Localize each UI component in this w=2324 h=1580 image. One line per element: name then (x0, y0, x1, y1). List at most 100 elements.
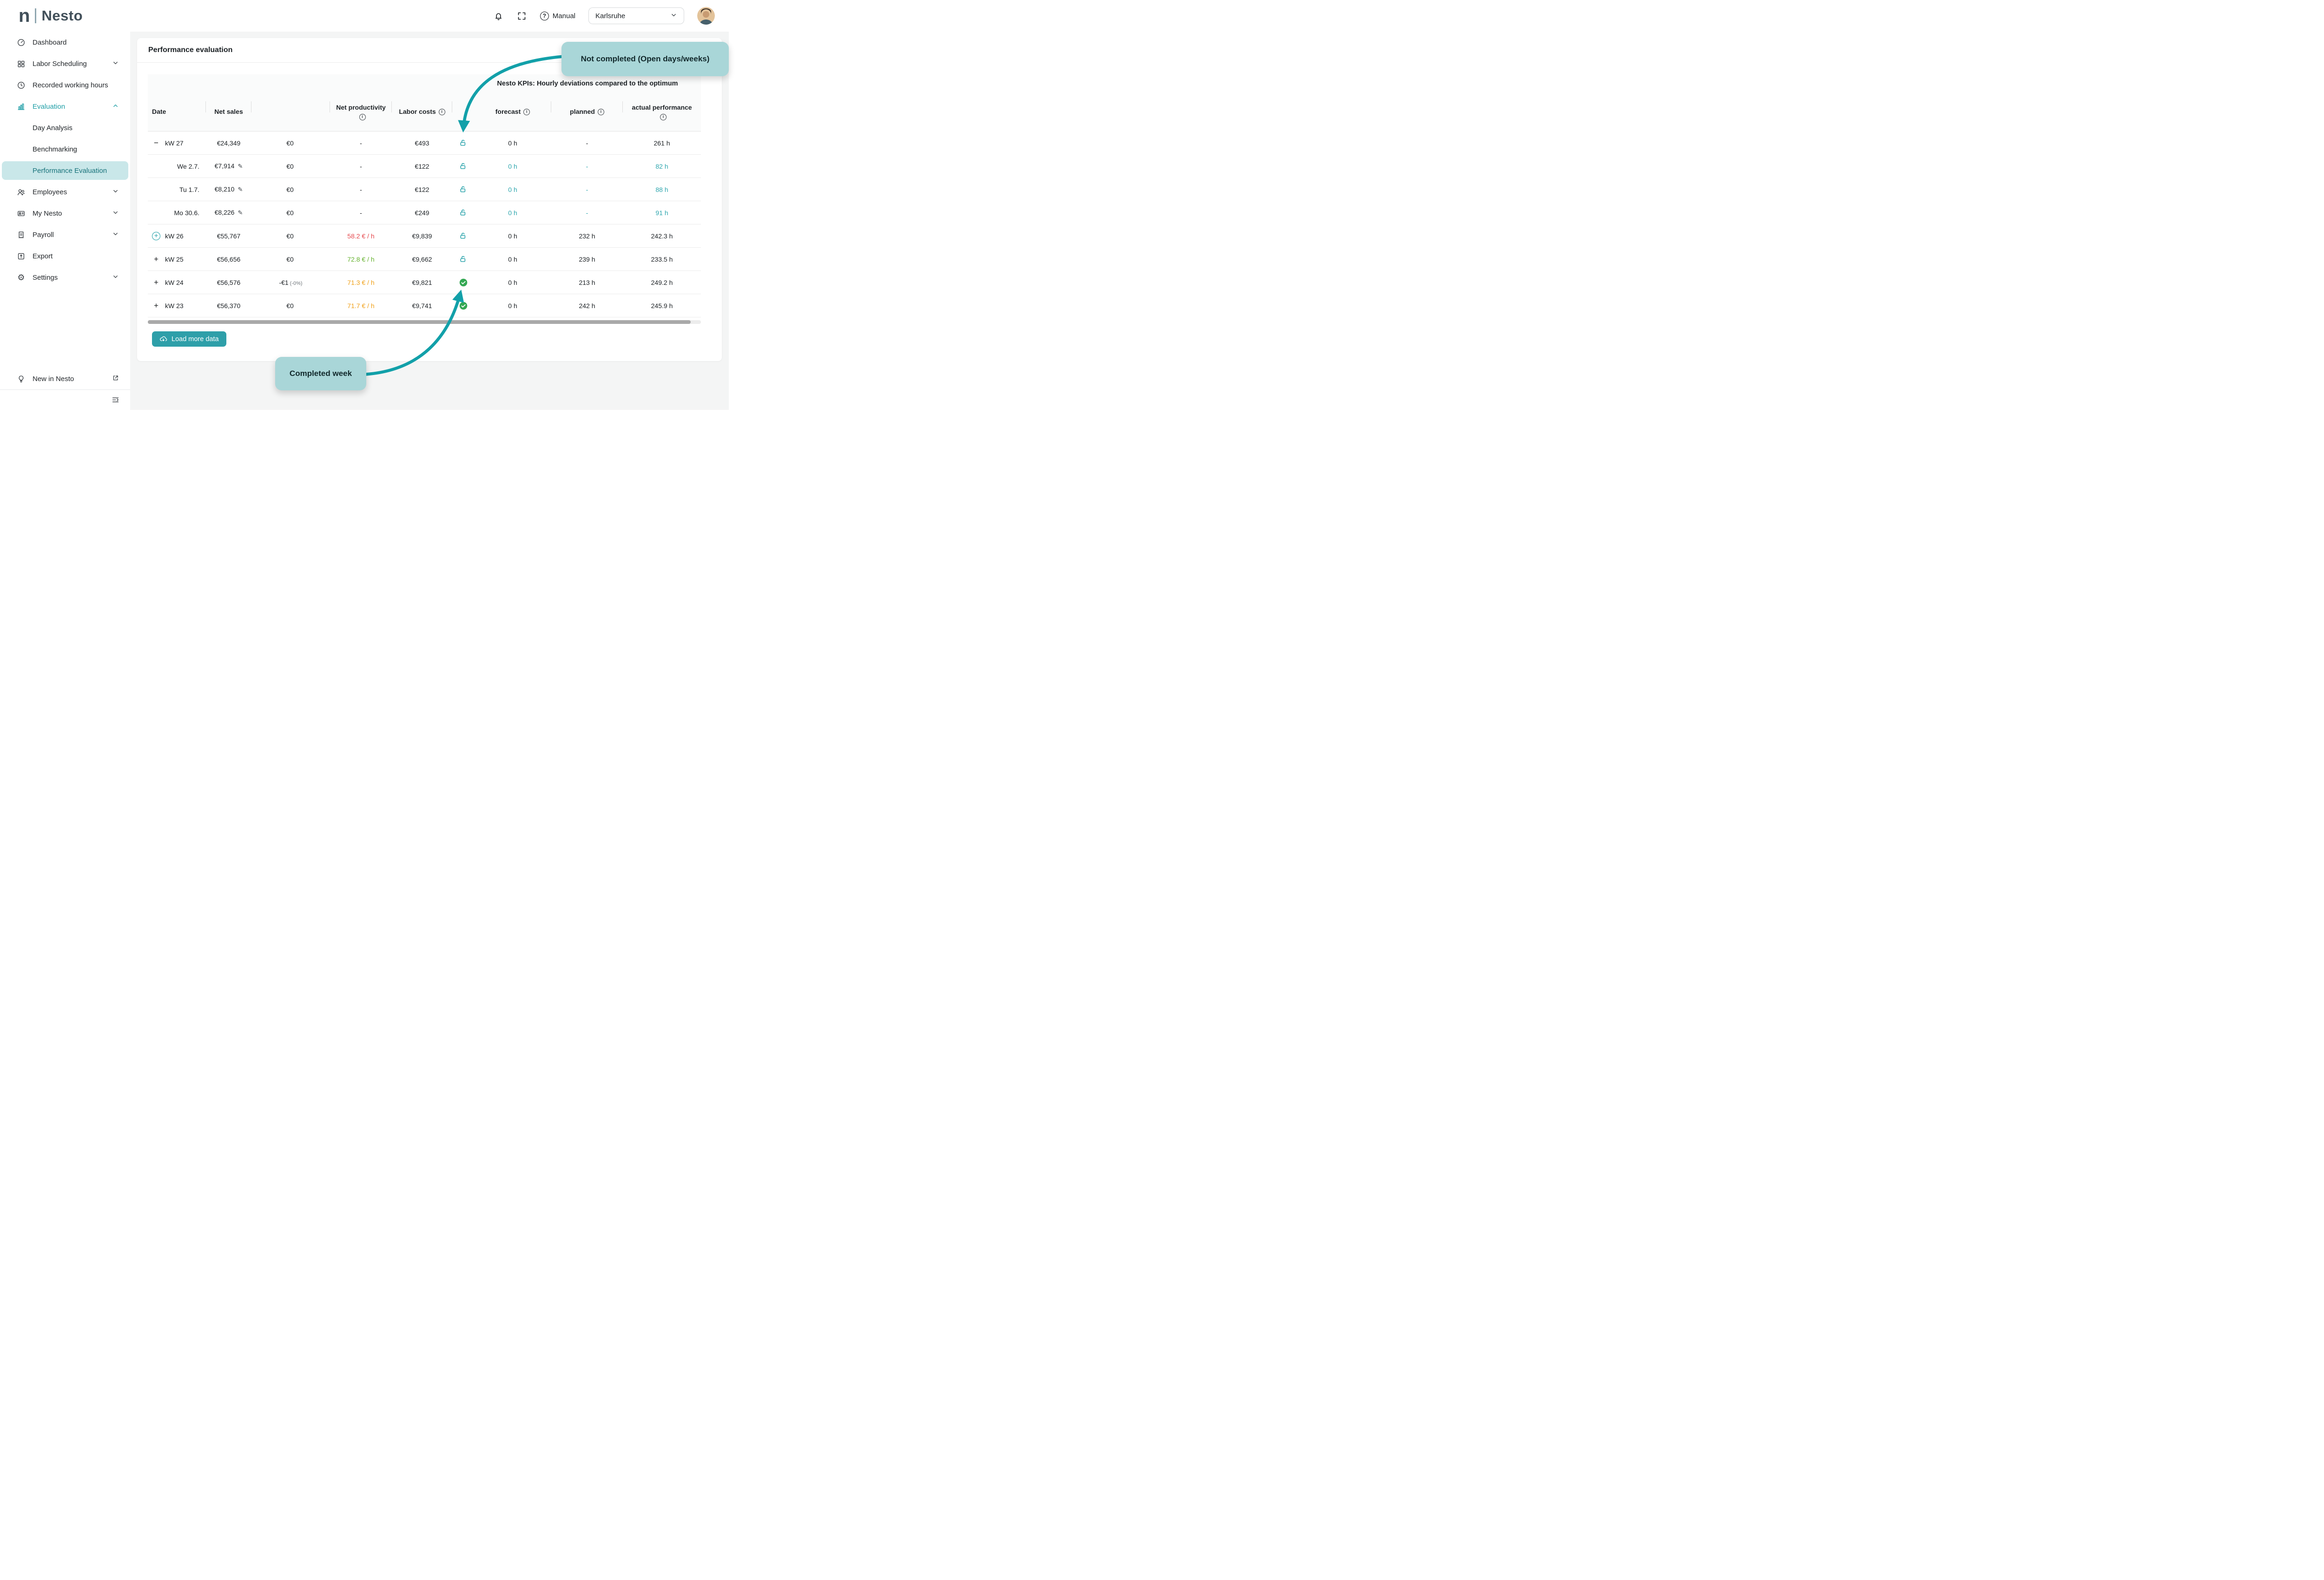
info-icon[interactable] (359, 114, 366, 120)
sidebar-item-labor-scheduling[interactable]: Labor Scheduling (0, 53, 130, 74)
expand-toggle[interactable] (152, 278, 160, 287)
export-icon (17, 252, 26, 261)
sidebar-item-performance-evaluation[interactable]: Performance Evaluation (2, 161, 128, 180)
topbar: n Nesto Manual Karlsruhe (0, 0, 729, 32)
user-avatar[interactable] (697, 7, 715, 25)
forecast-cell: 0 h (474, 163, 551, 170)
actual-performance-cell: 233.5 h (623, 256, 701, 263)
sidebar-item-payroll[interactable]: Payroll (0, 224, 130, 245)
sidebar-item-evaluation[interactable]: Evaluation (0, 96, 130, 117)
status-cell (452, 255, 474, 263)
forecast-cell: 0 h (474, 139, 551, 147)
forecast-cell: 0 h (474, 232, 551, 240)
info-icon[interactable] (660, 114, 667, 120)
sidebar-item-new-in-nesto[interactable]: New in Nesto (0, 368, 130, 389)
info-icon[interactable] (523, 109, 530, 115)
planned-cell: 213 h (551, 279, 623, 286)
labor-costs-cell: €9,741 (392, 302, 452, 309)
date-cell: Mo 30.6. (148, 209, 206, 217)
col-header-net-sales: Net sales (206, 93, 251, 131)
sidebar-item-dashboard[interactable]: Dashboard (0, 32, 130, 53)
scrollbar-thumb[interactable] (148, 320, 691, 324)
net-sales-deviation-cell: €0 (251, 256, 330, 263)
chevron-down-icon (112, 188, 119, 197)
status-cell (452, 232, 474, 240)
cloud-download-icon (159, 335, 167, 343)
sidebar-item-benchmarking[interactable]: Benchmarking (0, 138, 130, 160)
info-icon[interactable] (439, 109, 445, 115)
location-value: Karlsruhe (595, 12, 625, 20)
chevron-down-icon (112, 209, 119, 218)
table-row: Mo 30.6. €8,226 €0 - €249 0 h - 91 h (148, 201, 701, 224)
lock-open-icon[interactable] (459, 255, 467, 263)
nesto-logo: n Nesto (19, 7, 83, 25)
table-row: kW 23 €56,370 €0 71.7 € / h €9,741 0 h 2… (148, 294, 701, 317)
gear-icon: ⚙ (17, 273, 26, 282)
load-more-data-button[interactable]: Load more data (152, 331, 226, 347)
net-sales-deviation-cell: €0 (251, 209, 330, 217)
sidebar-item-employees[interactable]: Employees (0, 181, 130, 203)
notifications-bell-icon[interactable] (494, 11, 504, 21)
id-card-icon (17, 209, 26, 218)
col-header-forecast: forecast (474, 93, 551, 131)
date-label: kW 27 (165, 139, 184, 147)
lock-open-icon[interactable] (459, 185, 467, 193)
check-circle-icon[interactable] (459, 278, 468, 287)
planned-cell: - (551, 163, 623, 170)
date-cell: kW 23 (148, 302, 206, 310)
sidebar-item-recorded-working-hours[interactable]: Recorded working hours (0, 74, 130, 96)
receipt-icon (17, 230, 26, 239)
annotation-not-completed: Not completed (Open days/weeks) (561, 42, 729, 76)
collapse-sidebar-icon (111, 395, 120, 404)
bar-chart-icon (17, 102, 26, 111)
expand-toggle[interactable] (152, 302, 160, 310)
lock-open-icon[interactable] (459, 232, 467, 240)
sidebar-item-export[interactable]: Export (0, 245, 130, 267)
location-select[interactable]: Karlsruhe (588, 7, 684, 24)
sidebar-item-day-analysis[interactable]: Day Analysis (0, 117, 130, 138)
table-row: kW 24 €56,576 -€1(-0%) 71.3 € / h €9,821… (148, 271, 701, 294)
edit-icon[interactable] (238, 209, 243, 217)
col-header-actual-performance: actual performance (623, 93, 701, 131)
manual-help[interactable]: Manual (540, 12, 575, 20)
check-circle-icon[interactable] (459, 302, 468, 310)
expand-toggle[interactable] (152, 232, 160, 240)
lock-open-icon[interactable] (459, 162, 467, 170)
chevron-down-icon (112, 230, 119, 239)
edit-icon[interactable] (238, 186, 243, 193)
sidebar-item-label: My Nesto (33, 210, 62, 217)
date-label: We 2.7. (177, 163, 199, 170)
actual-performance-cell: 249.2 h (623, 279, 701, 286)
employees-icon (17, 188, 26, 197)
labor-costs-cell: €493 (392, 139, 452, 147)
performance-table: Nesto KPIs: Hourly deviations compared t… (148, 74, 701, 317)
date-label: kW 24 (165, 279, 184, 286)
net-sales-cell: €8,210 (206, 185, 251, 193)
net-sales-deviation-cell: €0 (251, 163, 330, 170)
expand-toggle[interactable] (152, 255, 160, 263)
info-icon[interactable] (598, 109, 604, 115)
edit-icon[interactable] (238, 163, 243, 170)
date-label: kW 25 (165, 256, 184, 263)
sidebar-item-label: Recorded working hours (33, 81, 108, 89)
sidebar-item-settings[interactable]: ⚙ Settings (0, 267, 130, 288)
sidebar-collapse-control[interactable] (0, 389, 130, 410)
forecast-cell: 0 h (474, 279, 551, 286)
external-link-icon (112, 375, 119, 383)
lock-open-icon[interactable] (459, 209, 467, 217)
sidebar-item-label: Day Analysis (33, 124, 73, 132)
net-sales-cell: €8,226 (206, 209, 251, 217)
schedule-grid-icon (17, 59, 26, 68)
sidebar-item-label: Performance Evaluation (33, 167, 107, 175)
sidebar-item-my-nesto[interactable]: My Nesto (0, 203, 130, 224)
dashboard-icon (17, 38, 26, 47)
manual-label: Manual (553, 12, 575, 20)
sidebar-item-label: Dashboard (33, 39, 66, 46)
load-more-label: Load more data (172, 336, 219, 343)
lock-open-icon[interactable] (459, 139, 467, 147)
logo-wordmark: Nesto (41, 7, 83, 24)
labor-costs-cell: €249 (392, 209, 452, 217)
expand-toggle[interactable] (152, 139, 160, 147)
fullscreen-icon[interactable] (517, 11, 527, 21)
logo-divider (35, 8, 36, 23)
